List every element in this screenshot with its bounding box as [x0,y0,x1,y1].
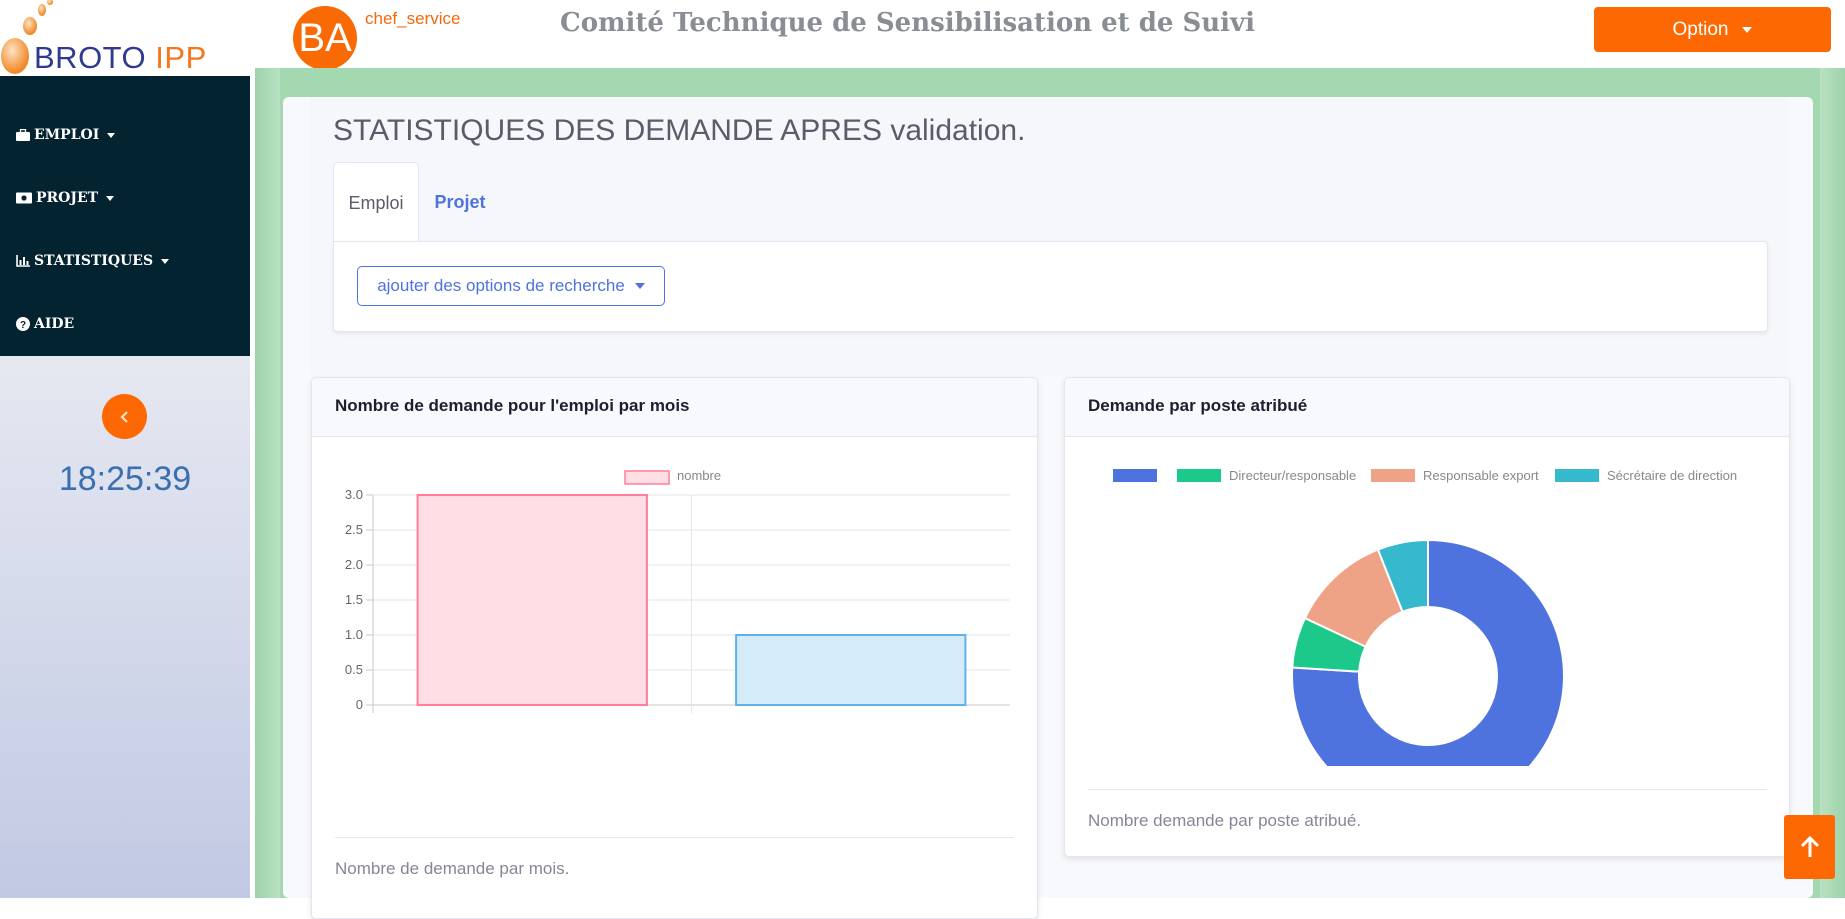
bar-chart-card: Nombre de demande pour l'emploi par mois… [311,377,1038,919]
y-tick-label: 1.0 [345,627,363,642]
broto-ipp-logo: BROTO IPP [0,0,250,76]
y-tick-label: 2.5 [345,522,363,537]
sidebar-toggle-button[interactable] [102,394,147,439]
x-tick-label: March [833,714,869,716]
legend-label: nombre [677,468,721,483]
arrow-up-icon [1800,836,1819,857]
tab-projet[interactable]: Projet [425,162,495,242]
sidebar-item-label: STATISTIQUES [34,253,154,269]
y-tick-label: 3.0 [345,487,363,502]
legend-swatch [1177,469,1221,482]
bar-chart: nombre 0 0.5 1.0 1.5 2.0 2.5 3.0 February March [345,468,1010,716]
frame-border-left [255,68,280,898]
search-options-label: ajouter des options de recherche [377,276,625,295]
y-tick-label: 2.0 [345,557,363,572]
legend-swatch [1555,469,1599,482]
svg-text:?: ? [20,320,26,331]
legend-swatch [624,470,670,485]
card-title: Nombre de demande pour l'emploi par mois [335,396,690,415]
question-circle-icon: ? [16,317,30,331]
caret-down-icon [1742,26,1753,33]
avatar[interactable]: BA [293,6,357,70]
sidebar-item-label: AIDE [34,316,75,332]
option-label: Option [1672,18,1729,40]
option-dropdown-button[interactable]: Option [1594,7,1831,52]
user-role: chef_service [365,9,461,28]
legend-swatch [1371,469,1415,482]
card-footer: Nombre demande par poste atribué. [1088,811,1362,830]
caret-down-icon [634,283,645,289]
x-tick-label: February [506,714,559,716]
logo-word-broto: BROTO [34,40,147,75]
briefcase-icon [16,129,30,141]
legend-label: Responsable export [1423,468,1539,483]
caret-down-icon [161,258,170,264]
chart-bar-icon [16,255,30,267]
search-options-dropdown[interactable]: ajouter des options de recherche [357,266,665,306]
sidebar-item-aide[interactable]: ? AIDE [16,316,74,332]
y-tick-label: 0.5 [345,662,363,677]
scroll-to-top-button[interactable] [1784,815,1835,879]
card-divider [335,837,1014,838]
donut-chart: Directeur/responsable Responsable export S… [1113,468,1737,766]
sidebar-item-label: PROJET [36,190,99,206]
sidebar-nav [0,76,250,356]
chevron-left-icon [119,410,128,423]
clock: 18:25:39 [58,460,192,498]
sidebar-item-statistiques[interactable]: STATISTIQUES [16,253,170,269]
bar [416,494,648,706]
page-title: STATISTIQUES DES DEMANDE APRES validatio… [333,114,1026,147]
legend-label: Sécrétaire de direction [1607,468,1737,483]
card-footer: Nombre de demande par mois. [335,859,570,878]
legend-swatch [1113,469,1157,482]
caret-down-icon [107,132,116,138]
tab-emploi[interactable]: Emploi [333,162,419,243]
card-divider [1088,789,1767,790]
sidebar-item-label: EMPLOI [34,127,100,143]
legend-label: Directeur/responsable [1229,468,1356,483]
site-title: Comité Technique de Sensibilisation et d… [560,8,1256,38]
caret-down-icon [106,195,115,201]
bar [735,634,967,706]
frame-border-right [1820,68,1845,898]
card-title: Demande par poste atribué [1088,396,1308,415]
y-tick-label: 1.5 [345,592,363,607]
money-bill-icon [16,192,32,204]
logo-text: BROTO IPP [34,40,207,76]
y-tick-label: 0 [356,697,363,712]
donut-chart-card: Demande par poste atribué Directeur/resp… [1064,377,1790,857]
logo-word-ipp: IPP [155,40,207,75]
sidebar-item-projet[interactable]: PROJET [16,190,115,206]
sidebar-item-emploi[interactable]: EMPLOI [16,127,116,143]
